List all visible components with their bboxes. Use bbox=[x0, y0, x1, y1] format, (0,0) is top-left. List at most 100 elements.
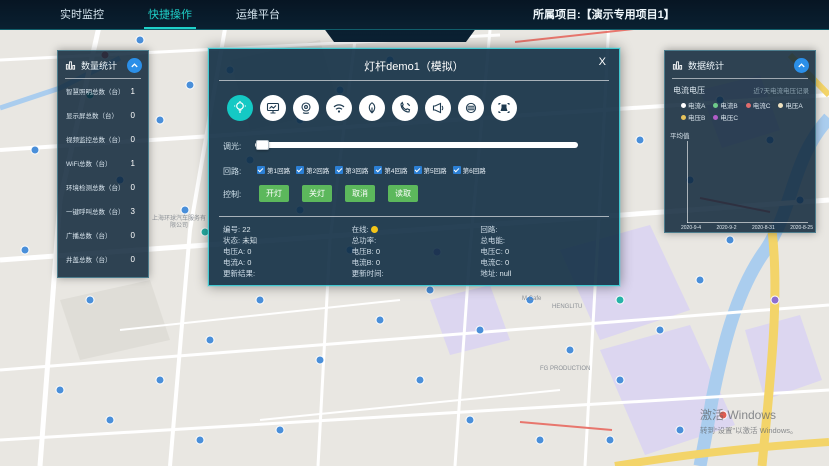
divider bbox=[219, 216, 609, 217]
nav-realtime-monitor[interactable]: 实时监控 bbox=[60, 0, 104, 30]
map-label: M Cafe bbox=[522, 296, 541, 302]
info-column-3: 回路: 总电能: 电压C: 0 电流C: 0 地址: null bbox=[480, 224, 609, 279]
bar-chart-icon bbox=[672, 60, 683, 71]
stat-row: 广播总数（台） 0 bbox=[58, 223, 148, 247]
legend-item[interactable]: 电压B bbox=[681, 112, 705, 122]
y-axis bbox=[687, 141, 688, 223]
control-button-group: 开灯 关灯 取消 读取 bbox=[259, 185, 418, 202]
cctv-camera-icon[interactable] bbox=[293, 95, 319, 121]
online-status-dot bbox=[371, 226, 378, 233]
circuit-checkbox[interactable]: 第4回路 bbox=[374, 165, 407, 175]
dialog-title: 灯杆demo1（模拟） bbox=[209, 49, 619, 74]
manhole-cover-icon[interactable] bbox=[458, 95, 484, 121]
control-label: 控制: bbox=[223, 189, 241, 200]
circuit-checkbox[interactable]: 第2回路 bbox=[296, 165, 329, 175]
stat-row: 一键呼叫总数（台）3 bbox=[58, 199, 148, 223]
checkbox-checked-icon bbox=[335, 166, 343, 174]
legend-item[interactable]: 电压C bbox=[713, 112, 738, 122]
stat-row: 视频监控总数（台） 0 bbox=[58, 127, 148, 151]
circuit-checkbox-label: 第3回路 bbox=[345, 165, 368, 175]
circuit-checkbox[interactable]: 第3回路 bbox=[335, 165, 368, 175]
legend-item[interactable]: 电流B bbox=[713, 100, 737, 110]
info-label: 状态: bbox=[223, 236, 240, 245]
wifi-icon[interactable] bbox=[326, 95, 352, 121]
read-button[interactable]: 读取 bbox=[388, 185, 418, 202]
data-stats-panel: 数据统计 电流电压 近7天电流电压记录 电流A 电流B 电流C 电压A 电压B … bbox=[664, 50, 816, 233]
stat-label: 广播总数（台） bbox=[66, 230, 112, 240]
legend-item[interactable]: 电压A bbox=[778, 100, 802, 110]
circuit-checkbox[interactable]: 第6回路 bbox=[453, 165, 486, 175]
dimming-slider[interactable] bbox=[255, 142, 578, 148]
legend-label: 电压B bbox=[688, 112, 705, 122]
stat-value: 1 bbox=[131, 159, 135, 168]
info-label: 地址: bbox=[480, 269, 497, 278]
chart-legend: 电流A 电流B 电流C 电压A 电压B 电压C bbox=[665, 98, 815, 122]
legend-item[interactable]: 电流A bbox=[681, 100, 705, 110]
stat-label: 一键呼叫总数（台） bbox=[66, 206, 125, 216]
chart-subtitle-row: 电流电压 近7天电流电压记录 bbox=[665, 79, 815, 98]
checkbox-checked-icon bbox=[374, 166, 382, 174]
nav-ops-platform[interactable]: 运维平台 bbox=[236, 0, 280, 30]
stat-row: 环境检测总数（台） 0 bbox=[58, 175, 148, 199]
one-key-call-icon[interactable] bbox=[392, 95, 418, 121]
info-column-1: 编号: 22 状态: 未知 电压A: 0 电流A: 0 更新结果: bbox=[223, 224, 352, 279]
stat-value: 0 bbox=[131, 231, 135, 240]
info-value: 未知 bbox=[242, 236, 257, 245]
turn-on-button[interactable]: 开灯 bbox=[259, 185, 289, 202]
legend-dot bbox=[681, 115, 686, 120]
stat-label: WiFi总数（台） bbox=[66, 158, 112, 168]
circuit-checkbox[interactable]: 第5回路 bbox=[414, 165, 447, 175]
cancel-button[interactable]: 取消 bbox=[345, 185, 375, 202]
stat-value: 0 bbox=[131, 111, 135, 120]
data-stats-header: 数据统计 bbox=[665, 51, 815, 78]
legend-dot bbox=[746, 103, 751, 108]
info-label: 总功率: bbox=[352, 236, 377, 245]
chevron-up-icon bbox=[797, 61, 806, 70]
stat-row: 井盖总数（台） 0 bbox=[58, 247, 148, 271]
x-tick: 2020-9-4 bbox=[681, 225, 701, 231]
stat-row: 智慧照明总数（台）1 bbox=[58, 79, 148, 103]
x-tick: 2020-8-31 bbox=[752, 225, 775, 231]
stat-label: 视频监控总数（台） bbox=[66, 134, 125, 144]
app-root: M Cafe HENGLITU FG PRODUCTION 上海环球汽车服务有限… bbox=[0, 0, 829, 466]
turn-off-button[interactable]: 关灯 bbox=[302, 185, 332, 202]
legend-label: 电流A bbox=[688, 100, 705, 110]
legend-dot bbox=[713, 103, 718, 108]
map-label: HENGLITU bbox=[552, 304, 582, 310]
checkbox-checked-icon bbox=[257, 166, 265, 174]
collapse-button[interactable] bbox=[794, 58, 809, 73]
x-axis-ticks: 2020-9-4 2020-9-2 2020-8-31 2020-8-25 bbox=[681, 225, 813, 231]
chart-title: 电流电压 bbox=[673, 85, 705, 96]
info-label: 电压C: bbox=[480, 247, 503, 256]
stat-value: 0 bbox=[131, 255, 135, 264]
dimming-label: 调光: bbox=[223, 141, 241, 152]
info-value: 22 bbox=[242, 225, 250, 234]
stat-label: 井盖总数（台） bbox=[66, 254, 112, 264]
legend-item[interactable]: 电流C bbox=[746, 100, 771, 110]
chart-subtitle: 近7天电流电压记录 bbox=[753, 85, 809, 95]
legend-label: 电流B bbox=[720, 100, 737, 110]
quantity-stats-header: 数量统计 bbox=[58, 51, 148, 78]
environment-leaf-icon[interactable] bbox=[359, 95, 385, 121]
ptz-camera-icon[interactable] bbox=[491, 95, 517, 121]
legend-dot bbox=[681, 103, 686, 108]
slider-handle[interactable] bbox=[256, 140, 269, 150]
circuit-checkbox[interactable]: 第1回路 bbox=[257, 165, 290, 175]
broadcast-icon[interactable] bbox=[425, 95, 451, 121]
stat-value: 0 bbox=[131, 135, 135, 144]
bar-chart-icon bbox=[65, 60, 76, 71]
collapse-button[interactable] bbox=[127, 58, 142, 73]
info-label: 电压A: bbox=[223, 247, 245, 256]
nav-quick-actions[interactable]: 快捷操作 bbox=[148, 0, 192, 30]
circuit-label: 回路: bbox=[223, 166, 241, 177]
stat-label: 环境检测总数（台） bbox=[66, 182, 125, 192]
light-icon[interactable] bbox=[227, 95, 253, 121]
device-info-grid: 编号: 22 状态: 未知 电压A: 0 电流A: 0 更新结果: 在线: 总功… bbox=[223, 224, 609, 279]
close-icon[interactable]: X bbox=[599, 56, 606, 68]
info-label: 回路: bbox=[480, 225, 497, 234]
x-tick: 2020-8-25 bbox=[790, 225, 813, 231]
windows-activation-watermark: 激活 Windows 转到“设置”以激活 Windows。 bbox=[700, 406, 798, 436]
display-screen-icon[interactable] bbox=[260, 95, 286, 121]
divider bbox=[219, 80, 609, 81]
stat-value: 0 bbox=[131, 183, 135, 192]
